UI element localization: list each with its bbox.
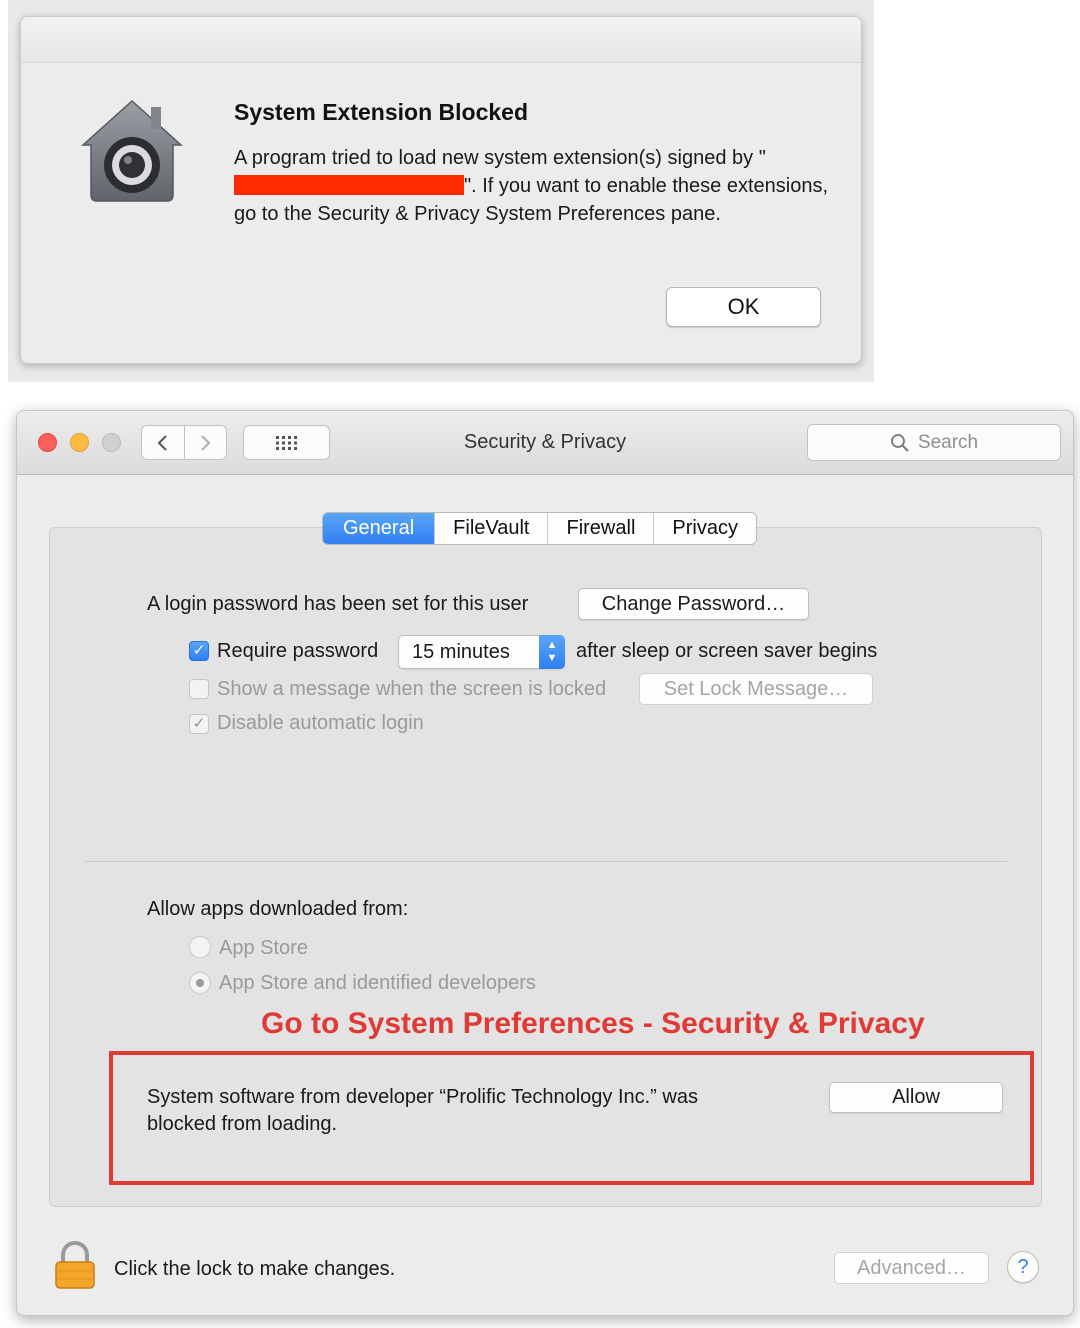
radio-app-store[interactable] xyxy=(189,936,211,958)
change-password-button[interactable]: Change Password… xyxy=(578,588,809,620)
section-divider xyxy=(85,861,1007,862)
tab-bar: General FileVault Firewall Privacy xyxy=(322,512,757,545)
set-lock-message-button[interactable]: Set Lock Message… xyxy=(639,673,873,705)
radio-identified-developers-label: App Store and identified developers xyxy=(219,972,536,994)
window-toolbar: Security & Privacy Search xyxy=(17,411,1073,475)
password-delay-value: 15 minutes xyxy=(412,641,510,663)
alert-titlebar xyxy=(21,17,861,63)
alert-message: A program tried to load new system exten… xyxy=(234,144,834,228)
show-message-label: Show a message when the screen is locked xyxy=(217,678,607,700)
tab-firewall[interactable]: Firewall xyxy=(547,513,653,544)
blocked-message-line-2: blocked from loading. xyxy=(147,1113,338,1135)
lock-text: Click the lock to make changes. xyxy=(114,1258,396,1280)
search-field[interactable]: Search xyxy=(807,424,1061,461)
password-delay-select[interactable]: 15 minutes ▲ ▼ xyxy=(398,635,565,669)
disable-autologin-label: Disable automatic login xyxy=(217,712,424,734)
ok-button[interactable]: OK xyxy=(666,287,821,327)
show-message-checkbox[interactable] xyxy=(189,679,209,699)
tab-general[interactable]: General xyxy=(323,513,435,544)
tab-privacy[interactable]: Privacy xyxy=(653,513,756,544)
require-password-label: Require password xyxy=(217,640,379,662)
radio-selected-dot xyxy=(196,979,204,987)
tab-filevault[interactable]: FileVault xyxy=(434,513,547,544)
require-password-checkbox[interactable]: ✓ xyxy=(189,641,209,661)
system-extension-blocked-alert: System Extension Blocked A program tried… xyxy=(20,16,862,364)
blocked-message-line-1: System software from developer “Prolific… xyxy=(147,1086,698,1108)
radio-identified-developers[interactable] xyxy=(189,972,211,994)
allow-apps-label: Allow apps downloaded from: xyxy=(147,898,409,920)
stepper-arrows-icon: ▲ ▼ xyxy=(539,635,565,669)
radio-app-store-label: App Store xyxy=(219,937,308,959)
alert-message-start: A program tried to load new system exten… xyxy=(234,147,766,169)
disable-autologin-checkbox[interactable]: ✓ xyxy=(189,714,209,734)
advanced-button[interactable]: Advanced… xyxy=(834,1252,989,1284)
login-password-text: A login password has been set for this u… xyxy=(147,593,529,615)
after-sleep-text: after sleep or screen saver begins xyxy=(576,640,878,662)
blocked-software-message: System software from developer “Prolific… xyxy=(147,1084,698,1138)
lock-icon[interactable] xyxy=(54,1241,96,1289)
search-icon xyxy=(890,433,909,452)
redacted-developer xyxy=(234,175,464,195)
alert-title: System Extension Blocked xyxy=(234,99,528,125)
search-placeholder: Search xyxy=(917,431,979,453)
annotation-caption: Go to System Preferences - Security & Pr… xyxy=(261,1007,925,1040)
help-button[interactable]: ? xyxy=(1007,1251,1039,1283)
security-privacy-window: Security & Privacy Search General FileVa… xyxy=(16,410,1074,1316)
security-house-icon xyxy=(81,99,183,202)
allow-button[interactable]: Allow xyxy=(829,1082,1003,1113)
